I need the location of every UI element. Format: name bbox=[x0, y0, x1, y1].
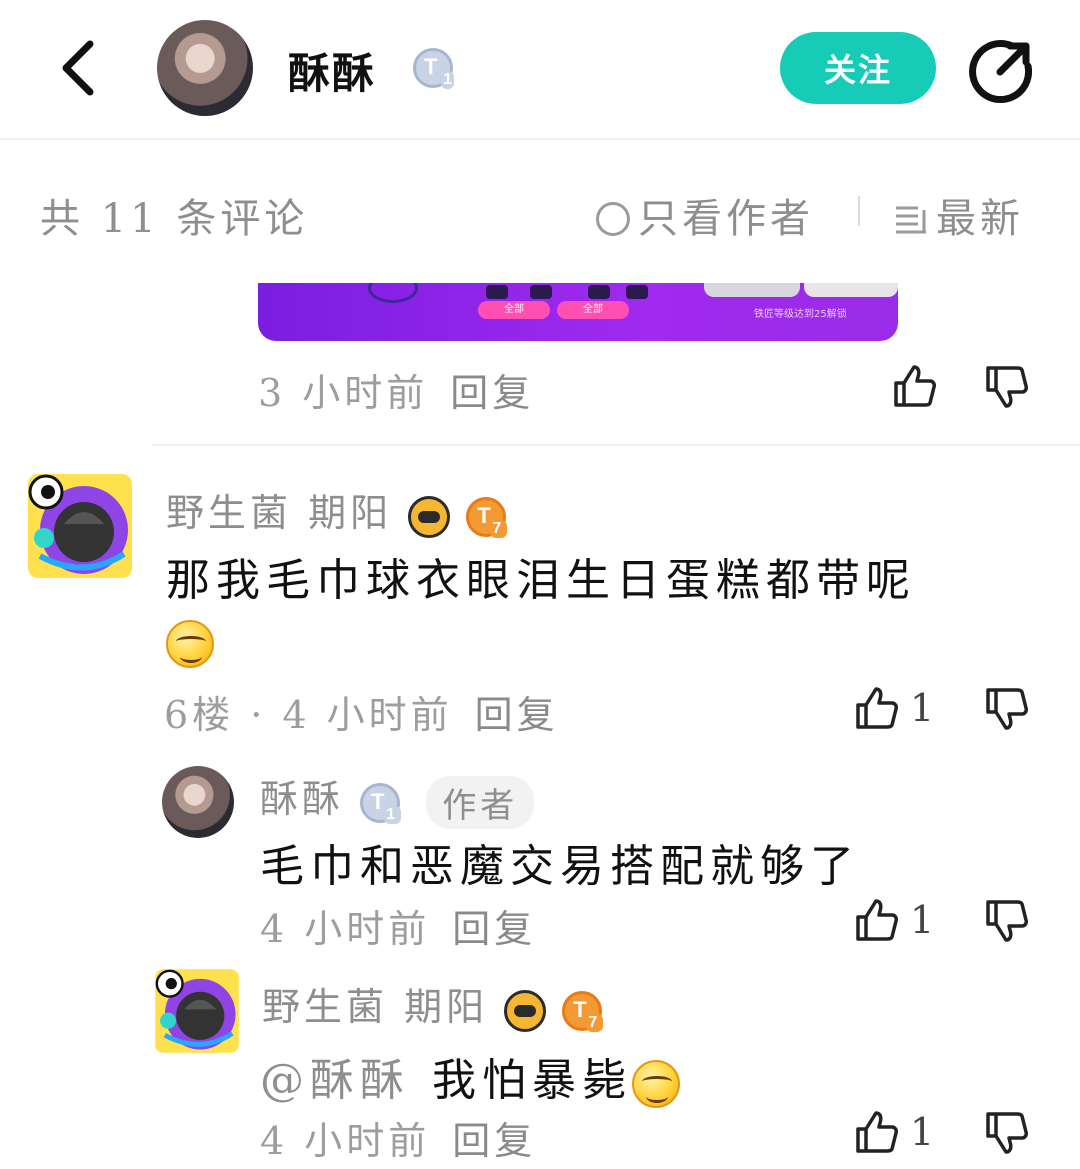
author-tag: 作者 bbox=[426, 776, 535, 829]
like-count: 1 bbox=[910, 686, 935, 730]
thumbs-down-icon[interactable] bbox=[982, 364, 1028, 410]
thumbs-up-icon[interactable] bbox=[852, 897, 898, 943]
comment-separator bbox=[152, 444, 1080, 446]
reply-button[interactable]: 回复 bbox=[452, 907, 536, 951]
share-icon[interactable] bbox=[968, 38, 1034, 104]
thumbs-down-icon[interactable] bbox=[982, 1110, 1028, 1156]
divider bbox=[858, 196, 860, 226]
reply-button[interactable]: 回复 bbox=[450, 371, 534, 415]
mushroom-avatar-icon bbox=[28, 474, 132, 578]
gamepad-badge-icon bbox=[504, 989, 547, 1032]
username-text[interactable]: 酥酥 bbox=[260, 777, 344, 821]
back-arrow-icon[interactable] bbox=[52, 38, 108, 98]
like-count: 1 bbox=[910, 1110, 935, 1154]
like-count: 1 bbox=[910, 898, 935, 942]
reply-button[interactable]: 回复 bbox=[452, 1119, 536, 1163]
comment-meta: 3 小时前 回复 bbox=[258, 362, 534, 417]
comment-meta: 6楼 · 4 小时前 回复 bbox=[164, 684, 559, 739]
comment-username[interactable]: 野生菌 期阳 T7 bbox=[166, 482, 508, 538]
author-only-toggle[interactable]: 只看作者 bbox=[596, 186, 814, 244]
image-locked-text: 铁匠等级达到25解锁 bbox=[754, 309, 847, 320]
comment-meta: 4 小时前 回复 bbox=[260, 1110, 536, 1165]
comment-time: 4 小时前 bbox=[260, 907, 431, 951]
image-tag: 全部 bbox=[557, 301, 629, 319]
user-avatar[interactable] bbox=[162, 766, 234, 838]
gamepad-badge-icon bbox=[408, 495, 451, 538]
sort-selector[interactable]: 最新 bbox=[894, 186, 1024, 244]
comment-count: 共 11 条评论 bbox=[40, 196, 309, 242]
comment-image[interactable]: 全部 全部 铁匠等级达到25解锁 bbox=[258, 283, 898, 341]
emoji-smile-icon bbox=[166, 620, 214, 668]
comment-time: 3 小时前 bbox=[258, 371, 429, 415]
comment-floor-time: 6楼 · 4 小时前 bbox=[164, 693, 453, 737]
like-button[interactable]: 1 bbox=[852, 684, 934, 732]
comment-text-row: @酥酥 我怕暴毙 bbox=[260, 1044, 680, 1108]
username-text[interactable]: 野生菌 期阳 bbox=[262, 985, 488, 1029]
like-button[interactable]: 1 bbox=[852, 896, 934, 944]
user-avatar[interactable] bbox=[152, 966, 242, 1056]
level-badge-icon: T7 bbox=[562, 990, 604, 1032]
thumbs-down-icon[interactable] bbox=[982, 686, 1028, 732]
username-text[interactable]: 野生菌 期阳 bbox=[166, 491, 392, 535]
comment-text: 毛巾和恶魔交易搭配就够了 bbox=[260, 841, 860, 892]
top-bar: 酥酥 T1 关注 bbox=[0, 0, 1080, 140]
comment-text: 那我毛巾球衣眼泪生日蛋糕都带呢 bbox=[166, 555, 916, 606]
user-avatar[interactable] bbox=[24, 470, 136, 582]
thumbs-up-icon[interactable] bbox=[890, 363, 936, 409]
circle-radio-icon[interactable] bbox=[596, 202, 630, 236]
sort-lines-icon bbox=[896, 206, 926, 234]
image-tag: 全部 bbox=[478, 301, 550, 319]
comment-meta: 4 小时前 回复 bbox=[260, 898, 536, 953]
like-button[interactable]: 1 bbox=[852, 1108, 934, 1156]
thumbs-down-icon[interactable] bbox=[982, 898, 1028, 944]
sort-label: 最新 bbox=[936, 196, 1024, 242]
author-avatar[interactable] bbox=[157, 20, 253, 116]
comment-text: 我怕暴毙 bbox=[432, 1055, 632, 1106]
like-button[interactable] bbox=[890, 362, 936, 410]
reply-button[interactable]: 回复 bbox=[475, 693, 559, 737]
thumbs-up-icon[interactable] bbox=[852, 1109, 898, 1155]
comment-time: 4 小时前 bbox=[260, 1119, 431, 1163]
comment-username[interactable]: 酥酥 T1 作者 bbox=[260, 768, 535, 829]
mention-link[interactable]: @酥酥 bbox=[260, 1055, 410, 1106]
author-only-label: 只看作者 bbox=[638, 196, 814, 242]
level-badge-icon: T1 bbox=[360, 782, 402, 824]
emoji-smile-icon bbox=[632, 1059, 680, 1108]
comment-username[interactable]: 野生菌 期阳 T7 bbox=[262, 976, 604, 1032]
mushroom-avatar-icon bbox=[155, 969, 239, 1053]
level-badge-icon: T7 bbox=[466, 496, 508, 538]
level-badge-icon: T1 bbox=[413, 48, 454, 89]
author-name[interactable]: 酥酥 bbox=[288, 40, 376, 101]
thumbs-up-icon[interactable] bbox=[852, 685, 898, 731]
follow-button[interactable]: 关注 bbox=[780, 32, 936, 104]
